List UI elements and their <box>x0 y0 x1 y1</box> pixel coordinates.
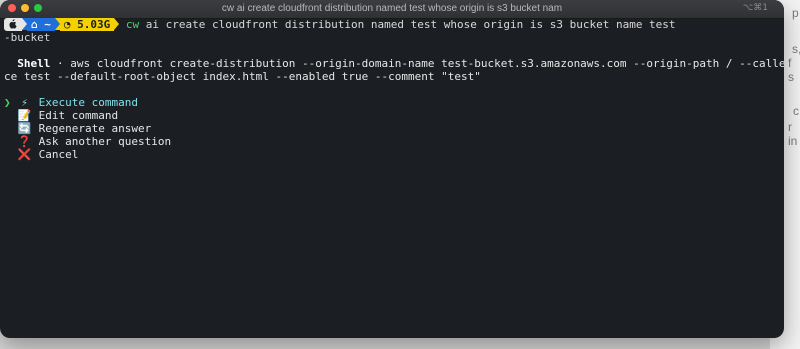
menu-item-regenerate[interactable]: 🔄 Regenerate answer <box>4 122 784 135</box>
command-name: cw <box>125 18 140 31</box>
menu-item-cancel[interactable]: ❌ Cancel <box>4 148 784 161</box>
shell-command: aws cloudfront create-distribution --ori… <box>70 57 784 70</box>
shell-label: Shell <box>17 57 51 70</box>
action-menu: ❯ ⚡ Execute command 📝 Edit command 🔄 Rege… <box>4 96 784 161</box>
apple-icon <box>4 18 22 31</box>
cross-icon: ❌ <box>17 148 32 161</box>
background-text: s, <box>792 42 800 56</box>
menu-item-label: Cancel <box>38 148 79 161</box>
menu-item-label: Ask another question <box>38 135 172 148</box>
menu-item-edit[interactable]: 📝 Edit command <box>4 109 784 122</box>
shell-separator: · <box>50 57 71 70</box>
menu-item-ask-another[interactable]: ❓ Ask another question <box>4 135 784 148</box>
shell-suggestion-line: Shell · aws cloudfront create-distributi… <box>4 57 784 70</box>
disk-size-label: 5.03G <box>77 18 111 31</box>
home-icon: ⌂ <box>31 18 38 31</box>
prompt-line: ⌂ ~ ◔ 5.03G cw ai create cloudfront distr… <box>4 18 784 31</box>
menu-item-label: Edit command <box>38 109 119 122</box>
home-label: ~ <box>44 18 51 31</box>
title-bar[interactable]: cw ai create cloudfront distribution nam… <box>0 0 784 19</box>
menu-item-label: Execute command <box>38 96 138 109</box>
question-icon: ❓ <box>17 135 32 148</box>
background-text: r in <box>788 120 798 148</box>
window-title: cw ai create cloudfront distribution nam… <box>221 3 563 14</box>
gauge-icon: ◔ <box>63 18 71 31</box>
menu-item-label: Regenerate answer <box>38 122 152 135</box>
background-text: p <box>792 6 799 20</box>
command-args: ai create cloudfront distribution named … <box>139 18 676 31</box>
background-text: c <box>793 104 799 118</box>
home-segment: ⌂ ~ <box>27 18 55 31</box>
refresh-icon: 🔄 <box>17 122 32 135</box>
terminal-content[interactable]: ⌂ ~ ◔ 5.03G cw ai create cloudfront distr… <box>4 18 784 338</box>
disk-size-segment: ◔ 5.03G <box>59 18 115 31</box>
menu-item-execute[interactable]: ❯ ⚡ Execute command <box>4 96 784 109</box>
command-wrap: -bucket <box>4 31 51 44</box>
background-text: f s <box>788 56 794 84</box>
terminal-window: cw ai create cloudfront distribution nam… <box>0 0 784 338</box>
memo-icon: 📝 <box>17 109 32 122</box>
lightning-icon: ⚡ <box>21 96 28 109</box>
selection-pointer-icon: ❯ <box>4 96 11 109</box>
shell-command-wrap: ce test --default-root-object index.html… <box>4 70 481 83</box>
window-shortcut: ⌥⌘1 <box>742 3 768 13</box>
